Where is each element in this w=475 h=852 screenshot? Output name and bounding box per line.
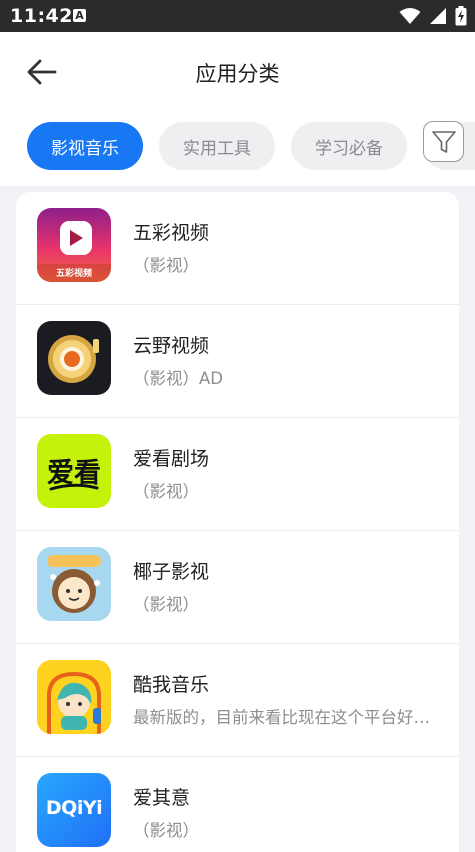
status-icons [399, 6, 467, 26]
wifi-icon [399, 8, 421, 24]
app-name: 五彩视频 [133, 222, 210, 244]
category-tabs: 影视音乐 实用工具 学习必备 学 [0, 112, 475, 186]
signal-icon [430, 8, 446, 24]
list-item[interactable]: 五彩视频 五彩视频 （影视） [16, 192, 459, 305]
app-desc: （影视） [133, 595, 199, 614]
list-item[interactable]: 酷我音乐 最新版的，目前来看比现在这个平台好用多了 [16, 644, 459, 757]
app-icon-text: DQiYi [45, 797, 103, 819]
app-header: 应用分类 [0, 32, 475, 112]
app-icon-wucai: 五彩视频 [37, 208, 111, 282]
list-item[interactable]: 云野视频 （影视）AD [16, 305, 459, 418]
filter-button[interactable] [423, 121, 464, 162]
list-item[interactable]: DQiYi 爱其意 （影视） [16, 757, 459, 852]
tab-study[interactable]: 学习必备 [291, 122, 407, 170]
tab-video-music[interactable]: 影视音乐 [27, 122, 143, 170]
tab-tools[interactable]: 实用工具 [159, 122, 275, 170]
battery-charging-icon [455, 6, 467, 26]
app-name: 爱其意 [133, 787, 191, 809]
app-desc: （影视）AD [133, 369, 223, 388]
app-desc: 最新版的，目前来看比现在这个平台好用多了 [133, 708, 433, 727]
filter-funnel-icon [431, 130, 456, 153]
status-bar: 11:42 A [0, 0, 475, 32]
app-icon-aikan: 爱看 [37, 434, 111, 508]
status-time: 11:42 [10, 5, 73, 27]
app-icon-kuwo [37, 660, 111, 734]
app-name: 椰子影视 [133, 561, 210, 583]
notification-badge: A [73, 9, 86, 22]
page-title: 应用分类 [195, 62, 280, 86]
app-desc: （影视） [133, 821, 199, 840]
app-list: 五彩视频 五彩视频 （影视） 云野视频 （影视）AD 爱看 爱看剧场 （影视） [16, 192, 459, 852]
app-desc: （影视） [133, 482, 199, 501]
app-icon-aiqiyi: DQiYi [37, 773, 111, 847]
app-name: 云野视频 [133, 335, 210, 357]
app-icon-yunye [37, 321, 111, 395]
list-item[interactable]: 椰子影视 （影视） [16, 531, 459, 644]
app-desc: （影视） [133, 256, 199, 275]
app-icon-yezi [37, 547, 111, 621]
app-name: 酷我音乐 [133, 674, 210, 696]
app-name: 爱看剧场 [133, 448, 210, 470]
list-item[interactable]: 爱看 爱看剧场 （影视） [16, 418, 459, 531]
app-icon-caption: 五彩视频 [55, 269, 92, 279]
